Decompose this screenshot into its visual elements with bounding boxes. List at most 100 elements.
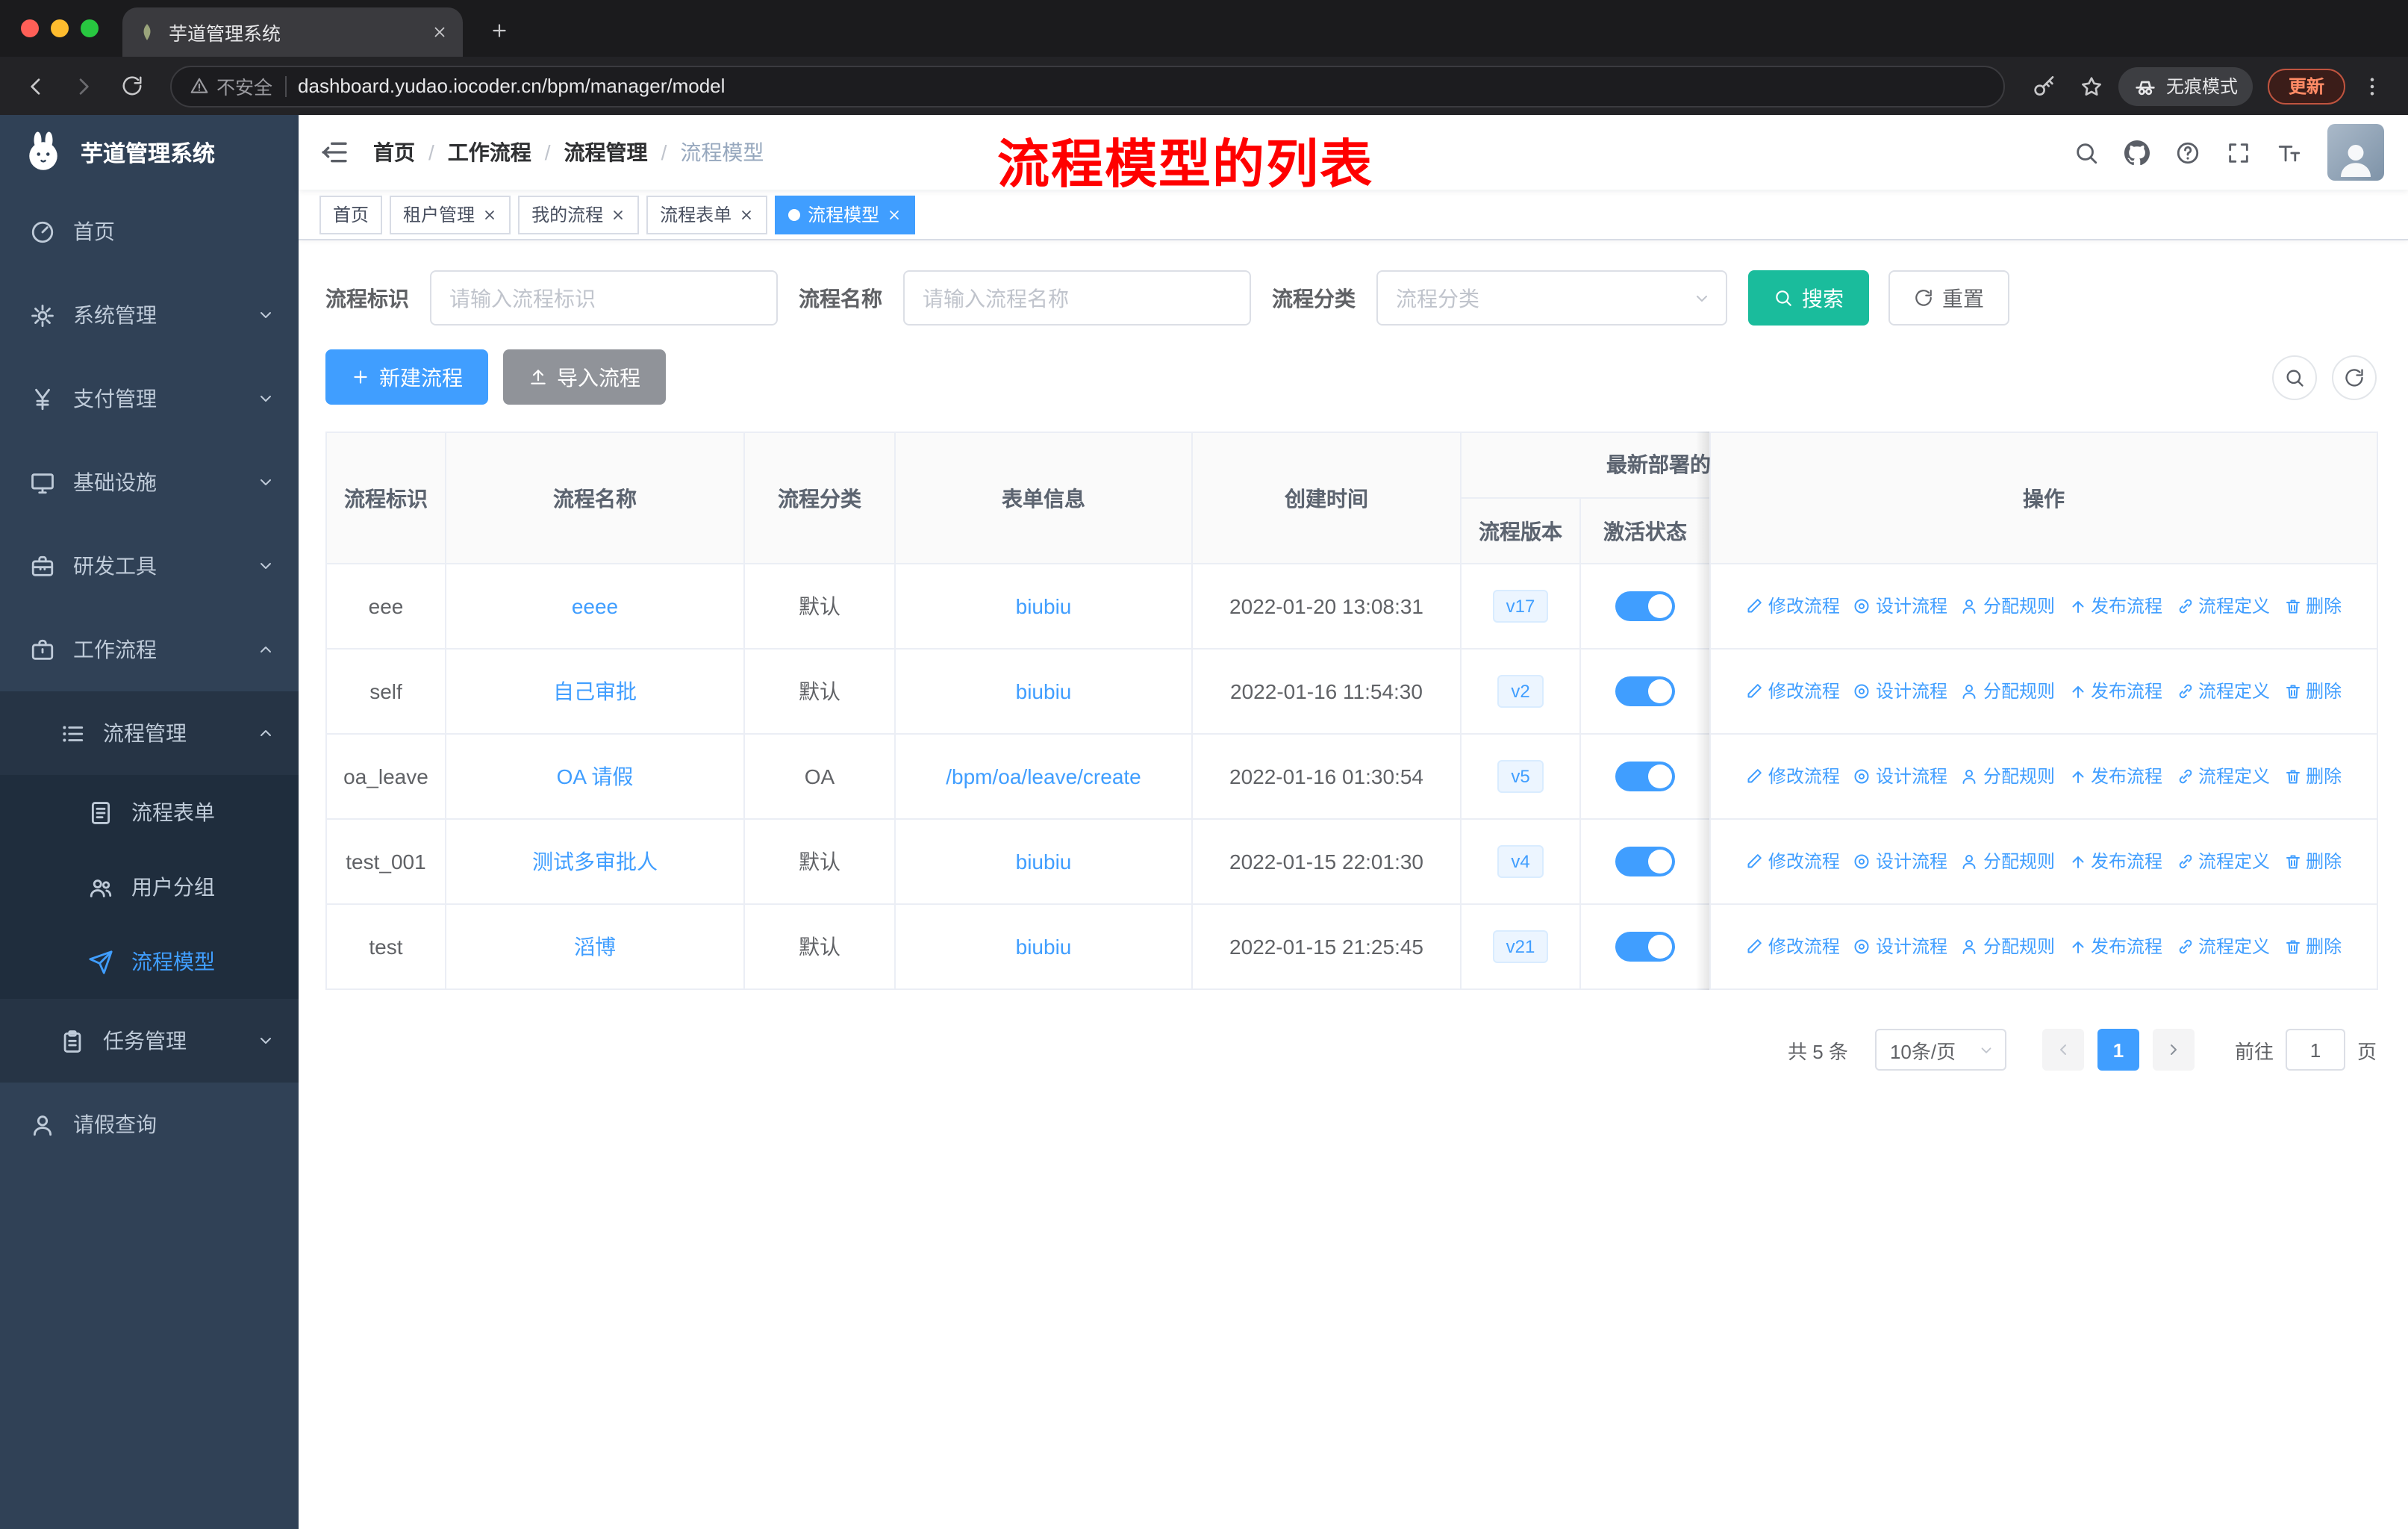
- sidebar-item-流程管理[interactable]: 流程管理: [0, 691, 299, 775]
- back-button[interactable]: [15, 65, 57, 107]
- sidebar-item-工作流程[interactable]: 工作流程: [0, 608, 299, 691]
- sidebar-item-流程模型[interactable]: 流程模型: [0, 924, 299, 999]
- sidebar-item-请假查询[interactable]: 请假查询: [0, 1083, 299, 1166]
- action-edit[interactable]: 修改流程: [1746, 934, 1840, 959]
- tag-我的流程[interactable]: 我的流程: [518, 195, 640, 234]
- action-assign[interactable]: 分配规则: [1961, 764, 2055, 789]
- action-assign[interactable]: 分配规则: [1961, 594, 2055, 619]
- sidebar-item-支付管理[interactable]: 支付管理: [0, 357, 299, 440]
- action-edit[interactable]: 修改流程: [1746, 764, 1840, 789]
- action-edit[interactable]: 修改流程: [1746, 679, 1840, 704]
- model-name-link[interactable]: 滔博: [574, 935, 616, 959]
- filter-name-input[interactable]: [903, 270, 1251, 326]
- action-design[interactable]: 设计流程: [1853, 849, 1947, 874]
- active-toggle[interactable]: [1615, 847, 1675, 876]
- zoom-window-button[interactable]: [81, 19, 99, 37]
- user-avatar[interactable]: [2327, 124, 2384, 181]
- breadcrumb-item[interactable]: 流程管理: [564, 137, 648, 167]
- action-publish[interactable]: 发布流程: [2068, 764, 2162, 789]
- action-assign[interactable]: 分配规则: [1961, 934, 2055, 959]
- form-info-link[interactable]: biubiu: [1016, 594, 1072, 618]
- password-key-icon[interactable]: [2023, 65, 2065, 107]
- create-model-button[interactable]: 新建流程: [325, 349, 488, 405]
- address-bar[interactable]: 不安全 dashboard.yudao.iocoder.cn/bpm/manag…: [170, 65, 2005, 107]
- search-icon[interactable]: [2074, 140, 2099, 165]
- tag-租户管理[interactable]: 租户管理: [390, 195, 511, 234]
- action-design[interactable]: 设计流程: [1853, 764, 1947, 789]
- goto-page-input[interactable]: [2285, 1029, 2345, 1071]
- hide-search-button[interactable]: [2272, 355, 2317, 399]
- action-publish[interactable]: 发布流程: [2068, 594, 2162, 619]
- github-icon[interactable]: [2124, 140, 2150, 165]
- tag-close-icon[interactable]: [611, 207, 626, 222]
- form-info-link[interactable]: biubiu: [1016, 850, 1072, 874]
- action-definition[interactable]: 流程定义: [2176, 679, 2270, 704]
- model-name-link[interactable]: 测试多审批人: [532, 850, 658, 874]
- model-name-link[interactable]: 自己审批: [553, 679, 637, 703]
- action-assign[interactable]: 分配规则: [1961, 679, 2055, 704]
- sidebar-item-基础设施[interactable]: 基础设施: [0, 440, 299, 524]
- action-publish[interactable]: 发布流程: [2068, 849, 2162, 874]
- action-assign[interactable]: 分配规则: [1961, 849, 2055, 874]
- breadcrumb-item[interactable]: 工作流程: [448, 137, 531, 167]
- action-edit[interactable]: 修改流程: [1746, 594, 1840, 619]
- tab-close-icon[interactable]: [431, 24, 448, 40]
- filter-id-input[interactable]: [430, 270, 778, 326]
- security-status[interactable]: 不安全: [190, 72, 272, 100]
- form-info-link[interactable]: /bpm/oa/leave/create: [946, 764, 1141, 788]
- action-definition[interactable]: 流程定义: [2176, 764, 2270, 789]
- prev-page-button[interactable]: [2042, 1029, 2084, 1071]
- page-size-select[interactable]: 10条/页: [1874, 1029, 2006, 1071]
- new-tab-button[interactable]: [478, 9, 520, 51]
- action-delete[interactable]: 删除: [2283, 679, 2342, 704]
- form-info-link[interactable]: biubiu: [1016, 935, 1072, 959]
- minimize-window-button[interactable]: [51, 19, 69, 37]
- close-window-button[interactable]: [21, 19, 39, 37]
- sidebar-fold-icon[interactable]: [319, 137, 349, 167]
- tag-首页[interactable]: 首页: [319, 195, 383, 234]
- browser-tab[interactable]: 芋道管理系统: [122, 7, 463, 57]
- active-toggle[interactable]: [1615, 591, 1675, 621]
- sidebar-item-首页[interactable]: 首页: [0, 190, 299, 273]
- active-toggle[interactable]: [1615, 676, 1675, 706]
- active-toggle[interactable]: [1615, 762, 1675, 791]
- model-name-link[interactable]: OA 请假: [557, 764, 634, 788]
- current-page[interactable]: 1: [2097, 1029, 2139, 1071]
- forward-button[interactable]: [63, 65, 105, 107]
- action-design[interactable]: 设计流程: [1853, 594, 1947, 619]
- action-design[interactable]: 设计流程: [1853, 679, 1947, 704]
- action-definition[interactable]: 流程定义: [2176, 594, 2270, 619]
- browser-menu-icon[interactable]: [2351, 65, 2393, 107]
- filter-category-select[interactable]: 流程分类: [1376, 270, 1727, 326]
- tag-close-icon[interactable]: [739, 207, 754, 222]
- bookmark-star-icon[interactable]: [2071, 65, 2112, 107]
- sidebar-item-流程表单[interactable]: 流程表单: [0, 775, 299, 850]
- sidebar-item-系统管理[interactable]: 系统管理: [0, 273, 299, 357]
- sidebar-item-任务管理[interactable]: 任务管理: [0, 999, 299, 1083]
- import-model-button[interactable]: 导入流程: [503, 349, 666, 405]
- sidebar-item-用户分组[interactable]: 用户分组: [0, 850, 299, 924]
- tag-流程模型[interactable]: 流程模型: [775, 195, 916, 234]
- action-definition[interactable]: 流程定义: [2176, 934, 2270, 959]
- breadcrumb-item[interactable]: 首页: [373, 137, 415, 167]
- reload-button[interactable]: [110, 65, 152, 107]
- update-chrome-button[interactable]: 更新: [2267, 68, 2345, 104]
- tag-close-icon[interactable]: [887, 207, 902, 222]
- tag-close-icon[interactable]: [482, 207, 497, 222]
- form-info-link[interactable]: biubiu: [1016, 679, 1072, 703]
- tag-流程表单[interactable]: 流程表单: [646, 195, 768, 234]
- action-publish[interactable]: 发布流程: [2068, 934, 2162, 959]
- action-delete[interactable]: 删除: [2283, 764, 2342, 789]
- model-name-link[interactable]: eeee: [572, 594, 618, 618]
- help-icon[interactable]: [2175, 140, 2200, 165]
- refresh-table-button[interactable]: [2332, 355, 2377, 399]
- action-publish[interactable]: 发布流程: [2068, 679, 2162, 704]
- action-edit[interactable]: 修改流程: [1746, 849, 1840, 874]
- font-size-icon[interactable]: [2277, 140, 2302, 165]
- action-delete[interactable]: 删除: [2283, 934, 2342, 959]
- sidebar-item-研发工具[interactable]: 研发工具: [0, 524, 299, 608]
- search-button[interactable]: 搜索: [1748, 270, 1869, 326]
- action-delete[interactable]: 删除: [2283, 594, 2342, 619]
- action-delete[interactable]: 删除: [2283, 849, 2342, 874]
- action-design[interactable]: 设计流程: [1853, 934, 1947, 959]
